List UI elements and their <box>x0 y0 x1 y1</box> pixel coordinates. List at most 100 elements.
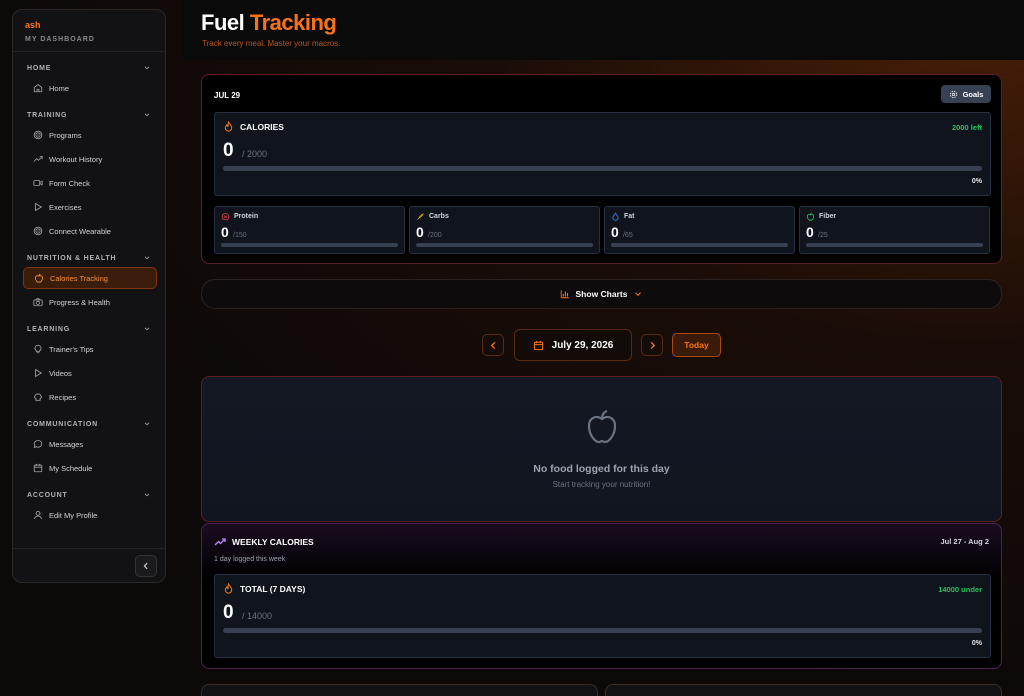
sidebar-item-programs[interactable]: Programs <box>23 124 157 146</box>
food-log-card: No food logged for this day Start tracki… <box>201 376 1002 522</box>
flame-icon <box>224 583 233 594</box>
date-picker[interactable]: July 29, 2026 <box>514 329 632 361</box>
sidebar: ash MY DASHBOARD HOME Home TRAINING Prog… <box>12 9 166 583</box>
sidebar-item-connect-wearable[interactable]: Connect Wearable <box>23 220 157 242</box>
trending-up-icon <box>214 538 226 546</box>
lightbulb-icon <box>34 344 42 354</box>
sidebar-item-messages[interactable]: Messages <box>23 433 157 455</box>
macro-value: 0 <box>416 224 424 240</box>
macro-label: Fiber <box>819 213 837 220</box>
macro-header: Protein <box>221 212 258 221</box>
user-name: ash <box>25 20 41 30</box>
weekly-subtitle: 1 day logged this week <box>214 556 286 563</box>
weekly-range: Jul 27 - Aug 2 <box>940 537 989 546</box>
play-icon <box>35 368 43 378</box>
section-account[interactable]: ACCOUNT <box>13 488 165 502</box>
macro-label: Carbs <box>429 213 449 220</box>
selected-date: July 29, 2026 <box>551 339 614 351</box>
show-charts-label: Show Charts <box>575 289 628 299</box>
sidebar-item-label: Form Check <box>49 178 90 188</box>
chevron-down-icon <box>144 256 150 260</box>
calories-goal: / 2000 <box>242 149 268 159</box>
camera-icon <box>33 298 43 307</box>
macro-progress-bar <box>416 243 593 247</box>
section-communication[interactable]: COMMUNICATION <box>13 417 165 431</box>
section-training[interactable]: TRAINING <box>13 108 165 122</box>
sidebar-item-label: Messages <box>49 439 84 449</box>
calories-remaining: 2000 left <box>951 123 982 132</box>
fiber-apple-icon <box>806 212 815 221</box>
macro-progress-bar <box>806 243 983 247</box>
chevron-down-icon <box>144 66 150 70</box>
sidebar-item-my-schedule[interactable]: My Schedule <box>23 457 157 479</box>
section-label: TRAINING <box>27 111 68 119</box>
sidebar-item-trainer-s-tips[interactable]: Trainer's Tips <box>23 338 157 360</box>
chevron-down-icon <box>144 327 150 331</box>
section-label: LEARNING <box>27 325 70 333</box>
weekly-header: WEEKLY CALORIES <box>214 536 314 548</box>
section-learning[interactable]: LEARNING <box>13 322 165 336</box>
macro-label: Protein <box>234 213 259 220</box>
sidebar-item-label: Videos <box>49 368 72 378</box>
chevron-down-icon <box>144 422 150 426</box>
weekly-calories-card: WEEKLY CALORIES Jul 27 - Aug 2 1 day log… <box>201 523 1002 669</box>
apple-icon <box>35 273 43 283</box>
sidebar-item-videos[interactable]: Videos <box>23 362 157 384</box>
calendar-icon <box>533 340 543 350</box>
macro-fiber: Fiber 0 /25 <box>799 206 990 254</box>
previous-day-button[interactable] <box>482 334 504 356</box>
sidebar-item-home[interactable]: Home <box>23 77 157 99</box>
target-icon <box>33 226 43 236</box>
today-button[interactable]: Today <box>672 333 721 357</box>
sidebar-item-label: Progress & Health <box>49 297 110 307</box>
calories-header: CALORIES <box>223 121 284 132</box>
goals-button[interactable]: Goals <box>941 85 991 103</box>
weekly-total-percent: 0% <box>971 640 982 647</box>
bar-chart-icon <box>560 290 569 299</box>
chevron-down-icon <box>635 292 642 297</box>
macro-progress-bar <box>611 243 788 247</box>
section-nutrition-health[interactable]: NUTRITION & HEALTH <box>13 251 165 265</box>
sidebar-item-label: Programs <box>49 130 82 140</box>
summary-date: JUL 29 <box>214 91 241 100</box>
show-charts-button[interactable]: Show Charts <box>201 279 1002 309</box>
section-home[interactable]: HOME <box>13 61 165 75</box>
next-day-button[interactable] <box>641 334 663 356</box>
bottom-card-left <box>201 684 598 696</box>
sidebar-item-recipes[interactable]: Recipes <box>23 386 157 408</box>
chevron-down-icon <box>144 113 150 117</box>
section-label: ACCOUNT <box>27 491 68 499</box>
sidebar-item-label: My Schedule <box>49 463 93 473</box>
weekly-total-label: TOTAL (7 DAYS) <box>240 583 306 594</box>
goals-label: Goals <box>962 89 984 99</box>
page-tagline: Track every meal. Master your macros. <box>202 39 341 48</box>
macro-carbs: Carbs 0 /200 <box>409 206 600 254</box>
sidebar-item-exercises[interactable]: Exercises <box>23 196 157 218</box>
collapse-sidebar-button[interactable] <box>135 555 157 577</box>
page-title: Fuel Tracking <box>201 10 337 36</box>
sidebar-footer <box>13 548 165 582</box>
calories-progress-bar <box>223 166 982 171</box>
calories-percent: 0% <box>971 178 982 185</box>
sidebar-item-workout-history[interactable]: Workout History <box>23 148 157 170</box>
section-label: NUTRITION & HEALTH <box>27 254 117 262</box>
weekly-total-status: 14000 under <box>938 585 982 594</box>
weekly-total-box: TOTAL (7 DAYS) 14000 under 0 / 14000 0% <box>214 574 991 658</box>
macro-label: Fat <box>624 213 635 220</box>
sidebar-item-calories-tracking[interactable]: Calories Tracking <box>23 267 157 289</box>
user-icon <box>34 511 42 520</box>
sidebar-item-edit-my-profile[interactable]: Edit My Profile <box>23 504 157 526</box>
sidebar-item-form-check[interactable]: Form Check <box>23 172 157 194</box>
sidebar-item-label: Home <box>49 83 70 93</box>
apple-icon <box>587 409 617 444</box>
macro-goal: /25 <box>818 232 828 239</box>
sidebar-item-progress-health[interactable]: Progress & Health <box>23 291 157 313</box>
macro-goal: /200 <box>428 232 442 239</box>
section-label: COMMUNICATION <box>27 420 98 428</box>
dashboard-subtitle: MY DASHBOARD <box>25 36 95 43</box>
droplet-icon <box>612 212 619 221</box>
title-part-1: Fuel <box>201 10 245 35</box>
macro-value: 0 <box>806 224 814 240</box>
home-icon <box>33 83 43 93</box>
user-block: ash MY DASHBOARD <box>13 10 165 52</box>
